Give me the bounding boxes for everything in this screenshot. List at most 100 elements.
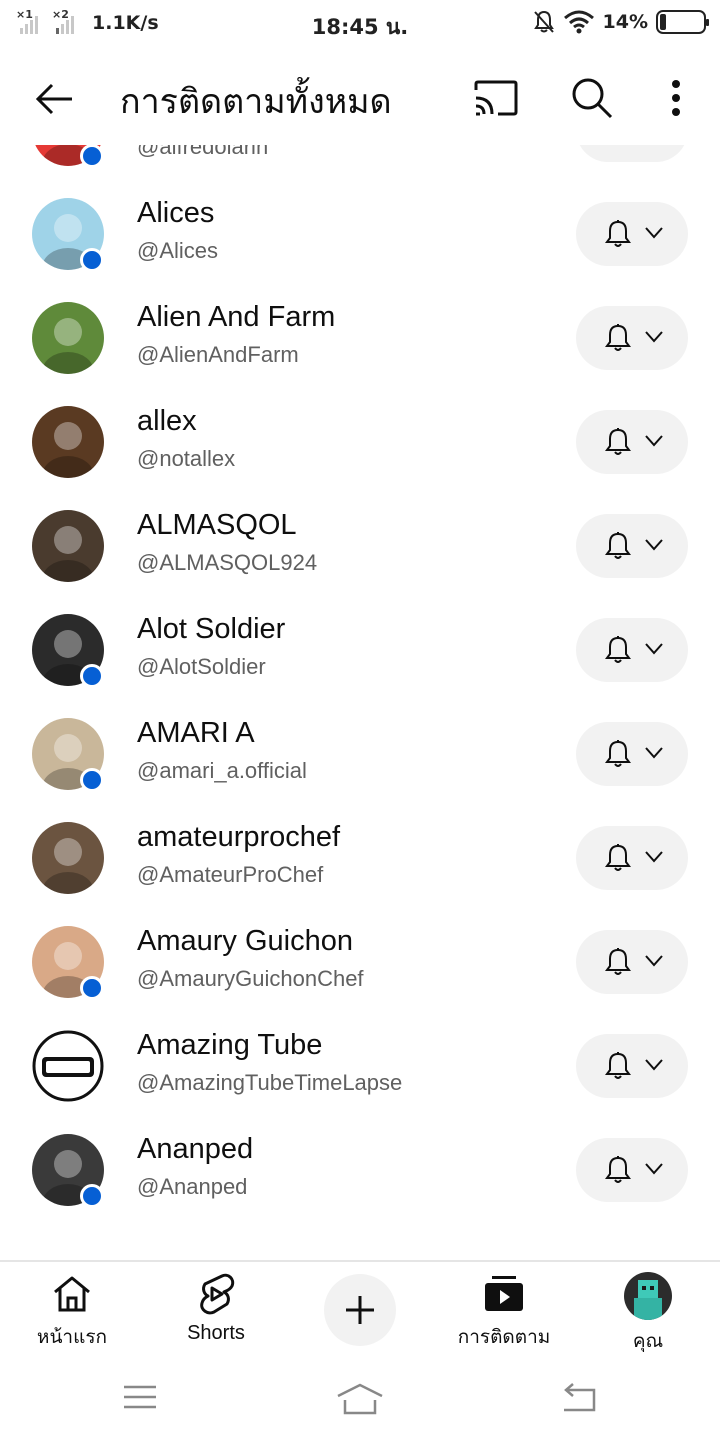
chevron-down-icon [645, 643, 663, 655]
channel-avatar[interactable] [32, 510, 104, 582]
profile-avatar [624, 1272, 672, 1320]
notification-settings-button[interactable] [576, 202, 688, 266]
channel-name[interactable]: amateurprochef [137, 821, 340, 854]
nav-subscriptions[interactable]: การติดตาม [444, 1272, 564, 1352]
channel-avatar[interactable] [32, 302, 104, 374]
search-icon[interactable] [568, 74, 616, 122]
cast-icon[interactable] [472, 76, 520, 120]
plus-icon [346, 1296, 374, 1324]
bell-icon [605, 428, 631, 455]
channel-name[interactable]: AMARI A [137, 717, 255, 750]
bell-icon [605, 1156, 631, 1183]
channel-row[interactable]: allex @notallex [0, 388, 720, 492]
channel-row[interactable]: Alien And Farm @AlienAndFarm [0, 284, 720, 388]
back-arrow-icon[interactable] [30, 76, 76, 122]
channel-handle: @AlotSoldier [137, 654, 266, 679]
battery-percent: 14% [602, 11, 648, 33]
channel-name[interactable]: Amazing Tube [137, 1029, 322, 1062]
new-content-dot [80, 664, 104, 688]
channel-row[interactable]: Alot Soldier @AlotSoldier [0, 596, 720, 700]
recents-icon[interactable] [122, 1382, 158, 1412]
channel-row[interactable]: Alices @Alices [0, 180, 720, 284]
more-vert-icon[interactable] [660, 76, 692, 120]
nav-you[interactable]: คุณ [588, 1272, 708, 1352]
channel-name[interactable]: Alien And Farm [137, 301, 335, 334]
status-bar: ×1 ×2 1.1K/s 18:45 น. 14% [0, 0, 720, 50]
channel-row[interactable]: Amaury Guichon @AmauryGuichonChef [0, 908, 720, 1012]
channel-handle: @AmauryGuichonChef [137, 966, 364, 991]
page-title: การติดตามทั้งหมด [120, 82, 392, 122]
channel-row[interactable]: amateurprochef @AmateurProChef [0, 804, 720, 908]
chevron-down-icon [645, 747, 663, 759]
channel-handle: @Alices [137, 238, 219, 263]
channel-row[interactable]: ALMASQOL @ALMASQOL924 [0, 492, 720, 596]
bell-icon [605, 220, 631, 247]
wifi-icon [563, 10, 594, 34]
channel-name[interactable]: ALMASQOL [137, 509, 297, 542]
channel-name[interactable]: Amaury Guichon [137, 925, 353, 958]
channel-row[interactable]: AMARI A @amari_a.official [0, 700, 720, 804]
nav-shorts-label: Shorts [187, 1322, 245, 1344]
nav-home-label: หน้าแรก [36, 1326, 108, 1348]
system-nav-bar [0, 1356, 720, 1440]
subscriptions-icon [485, 1276, 523, 1311]
bell-icon [605, 948, 631, 975]
new-content-dot [80, 144, 104, 168]
channel-row[interactable]: Amazing Tube @AmazingTubeTimeLapse [0, 1012, 720, 1116]
channel-avatar[interactable] [32, 1030, 104, 1102]
bell-icon [605, 324, 631, 351]
notification-settings-button[interactable] [576, 826, 688, 890]
channel-name[interactable]: Alices [137, 197, 214, 230]
notification-settings-button[interactable] [576, 306, 688, 370]
home-icon [54, 1276, 90, 1312]
chevron-down-icon [645, 1163, 663, 1175]
new-content-dot [80, 976, 104, 1000]
chevron-down-icon [645, 227, 663, 239]
bell-icon [605, 740, 631, 767]
channel-row[interactable]: Ananped @Ananped [0, 1116, 720, 1220]
notification-settings-button[interactable] [576, 410, 688, 474]
nav-subscriptions-label: การติดตาม [457, 1326, 551, 1348]
battery-icon [656, 10, 709, 34]
notification-settings-button[interactable] [576, 1138, 688, 1202]
channel-avatar[interactable] [32, 822, 104, 894]
notification-settings-button[interactable] [576, 930, 688, 994]
nav-you-label: คุณ [632, 1330, 664, 1352]
chevron-down-icon [645, 331, 663, 343]
create-button[interactable] [324, 1274, 396, 1346]
chevron-down-icon [645, 1059, 663, 1071]
nav-shorts[interactable]: Shorts [156, 1272, 276, 1352]
bell-icon [605, 636, 631, 663]
notification-settings-button[interactable] [576, 514, 688, 578]
mute-bell-icon [533, 10, 554, 33]
new-content-dot [80, 768, 104, 792]
chevron-down-icon [645, 851, 663, 863]
new-content-dot [80, 248, 104, 272]
channel-name[interactable]: Alot Soldier [137, 613, 285, 646]
nav-home[interactable]: หน้าแรก [12, 1272, 132, 1352]
channel-handle: @AmateurProChef [137, 862, 324, 887]
channel-avatar[interactable] [32, 406, 104, 478]
chevron-down-icon [645, 955, 663, 967]
chevron-down-icon [645, 435, 663, 447]
subscriptions-list[interactable]: Alfredo Larin@alfredolarinAlices@AlicesA… [0, 90, 720, 1260]
bottom-nav: หน้าแรก Shorts การติดตาม คุณ [0, 1260, 720, 1356]
channel-handle: @amari_a.official [137, 758, 307, 783]
bell-icon [605, 532, 631, 559]
notification-settings-button[interactable] [576, 722, 688, 786]
shorts-icon [200, 1273, 235, 1315]
bell-icon [605, 844, 631, 871]
bell-icon [605, 1052, 631, 1079]
app-bar: การติดตามทั้งหมด [0, 50, 720, 145]
new-content-dot [80, 1184, 104, 1208]
chevron-down-icon [645, 539, 663, 551]
back-system-icon[interactable] [560, 1382, 598, 1414]
notification-settings-button[interactable] [576, 618, 688, 682]
channel-handle: @notallex [137, 446, 236, 471]
notification-settings-button[interactable] [576, 1034, 688, 1098]
home-system-icon[interactable] [335, 1382, 385, 1416]
channel-handle: @Ananped [137, 1174, 248, 1199]
channel-handle: @AlienAndFarm [137, 342, 299, 367]
channel-name[interactable]: allex [137, 405, 197, 438]
channel-name[interactable]: Ananped [137, 1133, 253, 1166]
